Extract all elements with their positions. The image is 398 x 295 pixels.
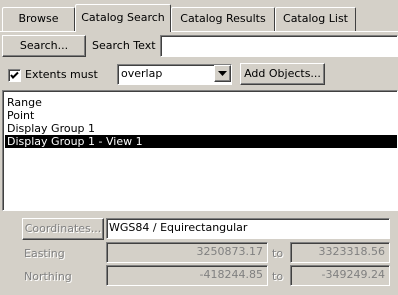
extents-mode-value: overlap bbox=[121, 67, 163, 80]
extents-mode-select[interactable]: overlap bbox=[117, 64, 232, 85]
northing-to-field: -349249.24 bbox=[290, 265, 390, 286]
search-button[interactable]: Search... bbox=[2, 35, 86, 57]
tab-catalog-results[interactable]: Catalog Results bbox=[171, 7, 275, 31]
easting-from-field: 3250873.17 bbox=[106, 242, 268, 263]
extents-checkbox[interactable] bbox=[8, 69, 21, 82]
northing-label: Northing bbox=[24, 270, 72, 283]
checkmark-icon bbox=[10, 71, 19, 79]
northing-from-field: -418244.85 bbox=[106, 265, 268, 286]
list-item[interactable]: Display Group 1 bbox=[5, 122, 397, 135]
search-text-input[interactable] bbox=[160, 35, 398, 57]
list-item[interactable]: Point bbox=[5, 109, 397, 122]
tab-catalog-search[interactable]: Catalog Search bbox=[75, 4, 171, 32]
tab-browse[interactable]: Browse bbox=[2, 7, 75, 31]
tab-strip-border bbox=[0, 31, 398, 32]
dropdown-button[interactable] bbox=[214, 65, 231, 82]
easting-to-field: 3323318.56 bbox=[290, 242, 390, 263]
coordinates-button[interactable]: Coordinates... bbox=[22, 218, 104, 240]
coordinate-system-field: WGS84 / Equirectangular bbox=[106, 218, 390, 239]
objects-list[interactable]: Range Point Display Group 1 Display Grou… bbox=[2, 90, 398, 211]
add-objects-button[interactable]: Add Objects... bbox=[240, 63, 325, 85]
tab-catalog-list[interactable]: Catalog List bbox=[275, 7, 356, 31]
northing-to-label: to bbox=[272, 270, 284, 283]
chevron-down-icon bbox=[218, 71, 227, 76]
list-item[interactable]: Range bbox=[5, 96, 397, 109]
search-text-label: Search Text bbox=[92, 39, 156, 52]
easting-to-label: to bbox=[272, 247, 284, 260]
easting-label: Easting bbox=[24, 247, 65, 260]
list-item-selected[interactable]: Display Group 1 - View 1 bbox=[5, 135, 397, 148]
extents-label: Extents must bbox=[25, 68, 98, 81]
